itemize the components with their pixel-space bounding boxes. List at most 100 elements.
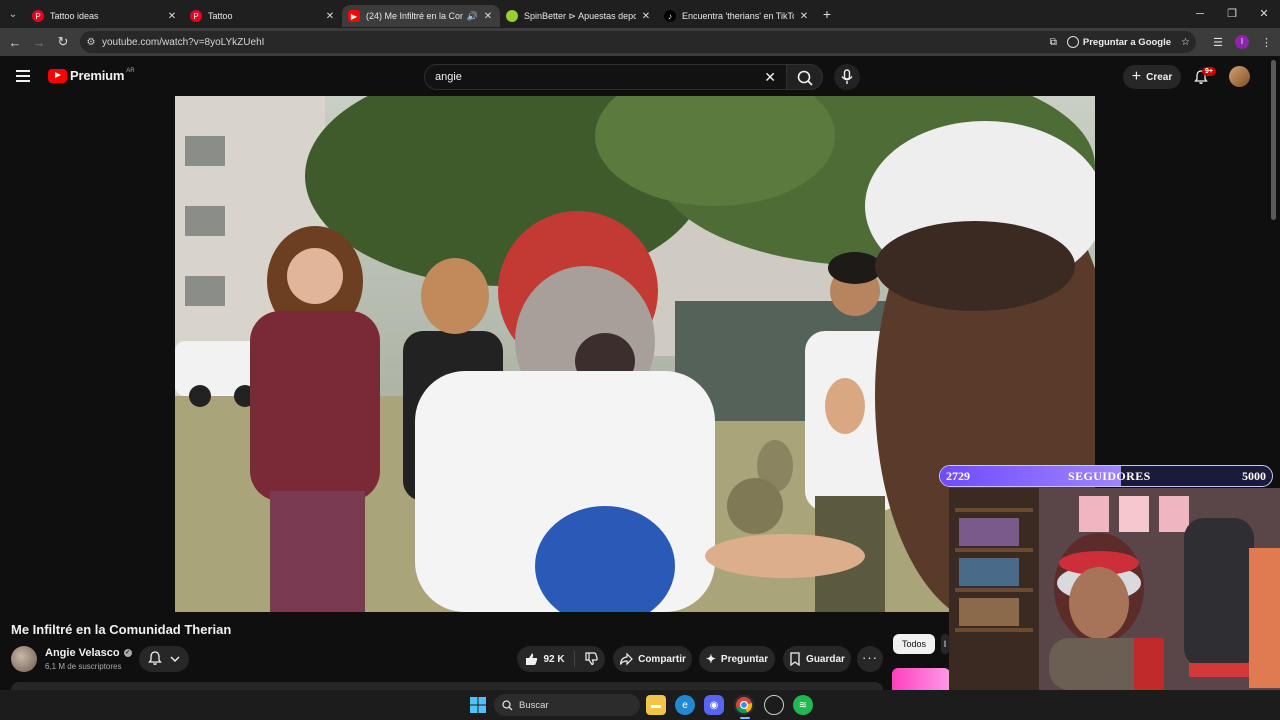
speaker-icon[interactable]: 🔊 [467,11,478,22]
tab-tattoo-ideas[interactable]: P Tattoo ideas ✕ [26,5,184,27]
video-title: Me Infiltré en la Comunidad Therian [11,622,232,637]
share-button[interactable]: Compartir [613,646,692,672]
back-icon[interactable]: ← [3,35,27,50]
tab-title: Tattoo ideas [50,11,99,21]
share-label: Compartir [638,653,686,665]
save-label: Guardar [806,653,845,665]
sparkle-icon: ✦ [705,652,716,666]
youtube-play-icon [48,68,67,83]
create-button[interactable]: + Crear [1123,65,1181,89]
like-count: 92 K [543,653,565,665]
search-button[interactable] [786,64,823,90]
window-controls: ─ ❐ ✕ [1184,0,1280,28]
close-tab-icon[interactable]: ✕ [640,11,652,22]
tab-tattoo[interactable]: P Tattoo ✕ [184,5,342,27]
profile-avatar[interactable]: I [1235,35,1249,49]
follower-current: 2729 [946,469,970,483]
create-label: Crear [1146,71,1173,83]
chrome-icon[interactable] [734,695,754,715]
tab-search-menu-icon[interactable]: ⌄ [0,0,26,28]
youtube-premium-logo[interactable]: Premium AR [48,68,135,83]
plus-icon: + [1131,68,1142,85]
youtube-header: Premium AR ✕ + Crear 9+ [0,56,1280,96]
toolbar-right: ☰ I ⋮ [1213,28,1272,56]
obs-icon[interactable] [764,695,784,715]
thumbs-down-icon[interactable] [584,652,598,666]
ask-label: Preguntar [720,653,769,665]
cast-icon[interactable]: ⧉ [1050,37,1057,48]
search-icon [797,70,813,86]
close-tab-icon[interactable]: ✕ [482,11,494,22]
tab-youtube-video[interactable]: ▶ (24) Me Infiltré en la Comun 🔊 ✕ [342,5,500,27]
site-info-icon[interactable]: ⚙ [80,37,102,48]
menu-hamburger-icon[interactable] [16,70,30,82]
streamer-webcam [949,488,1280,690]
restore-icon[interactable]: ❐ [1216,0,1248,28]
address-bar-row: ← → ↻ ⚙ youtube.com/watch?v=8yoLYkZUehI … [0,28,1280,56]
discord-icon[interactable]: ◉ [704,695,724,715]
recommended-thumbnail[interactable] [892,668,950,692]
channel-name-row[interactable]: Angie Velasco ✓ [45,647,132,659]
new-tab-button[interactable]: + [816,6,838,22]
webcam-image [949,488,1280,690]
tab-spinbetter[interactable]: SpinBetter ⊳ Apuestas deportiv ✕ [500,5,658,27]
file-explorer-icon[interactable]: ▬ [646,695,666,715]
clear-search-icon[interactable]: ✕ [764,69,776,86]
channel-name[interactable]: Angie Velasco [45,647,120,659]
kebab-menu-icon[interactable]: ⋮ [1261,36,1272,49]
minimize-icon[interactable]: ─ [1184,0,1216,28]
close-tab-icon[interactable]: ✕ [324,11,336,22]
like-dislike-group: 92 K [517,646,605,672]
edge-icon[interactable]: e [675,695,695,715]
browser-tab-strip: ⌄ P Tattoo ideas ✕ P Tattoo ✕ ▶ (24) Me … [0,0,1280,28]
url-text[interactable]: youtube.com/watch?v=8yoLYkZUehI [102,37,264,48]
active-app-indicator [740,717,750,719]
follower-goal: 5000 [1242,469,1266,483]
windows-start-icon[interactable] [468,695,488,715]
share-icon [619,652,633,666]
tab-title: Encuentra 'therians' en TikTok | [682,11,794,21]
pinterest-icon: P [190,10,202,22]
notification-count-badge: 9+ [1202,67,1216,76]
tab-title: SpinBetter ⊳ Apuestas deportiv [524,10,636,21]
ask-google-label: Preguntar a Google [1082,36,1172,48]
close-tab-icon[interactable]: ✕ [798,11,810,22]
taskbar-search[interactable]: Buscar [494,694,640,716]
spotify-icon[interactable]: ≋ [793,695,813,715]
subscription-bell-button[interactable] [139,646,189,672]
chip-all[interactable]: Todos [893,634,935,654]
ask-button[interactable]: ✦ Preguntar [699,646,775,672]
bookmark-icon [790,652,800,666]
spinbetter-icon [506,10,518,22]
reload-icon[interactable]: ↻ [51,34,75,50]
taskbar-search-label: Buscar [519,699,549,711]
pinterest-icon: P [32,10,44,22]
country-code: AR [126,67,135,74]
google-lens-icon [1066,36,1079,48]
ask-google-button[interactable]: Preguntar a Google [1066,36,1172,48]
tab-tiktok[interactable]: ♪ Encuentra 'therians' en TikTok | ✕ [658,5,816,27]
verified-check-icon: ✓ [123,649,132,657]
more-actions-icon[interactable]: ··· [857,646,883,672]
tiktok-icon: ♪ [664,10,676,22]
chip-next[interactable]: I [941,634,949,654]
microphone-icon [841,69,853,84]
page-scrollbar[interactable] [1271,60,1276,220]
bookmark-star-icon[interactable]: ☆ [1181,37,1190,48]
voice-search-button[interactable] [834,64,860,90]
omnibox[interactable]: ⚙ youtube.com/watch?v=8yoLYkZUehI ⧉ Preg… [80,31,1196,53]
save-button[interactable]: Guardar [783,646,851,672]
close-window-icon[interactable]: ✕ [1248,0,1280,28]
search-icon [502,699,513,710]
close-tab-icon[interactable]: ✕ [166,11,178,22]
thumbs-up-icon [526,653,538,665]
tab-title: (24) Me Infiltré en la Comun [366,11,463,21]
forward-icon[interactable]: → [27,35,51,50]
follower-goal-bar: 2729 SEGUIDORES 5000 [939,465,1273,487]
account-avatar[interactable] [1229,66,1250,87]
reading-list-icon[interactable]: ☰ [1213,36,1223,49]
channel-avatar[interactable] [11,646,37,672]
like-button[interactable]: 92 K [524,652,565,666]
search-input[interactable] [425,65,745,89]
tab-title: Tattoo [208,11,233,21]
